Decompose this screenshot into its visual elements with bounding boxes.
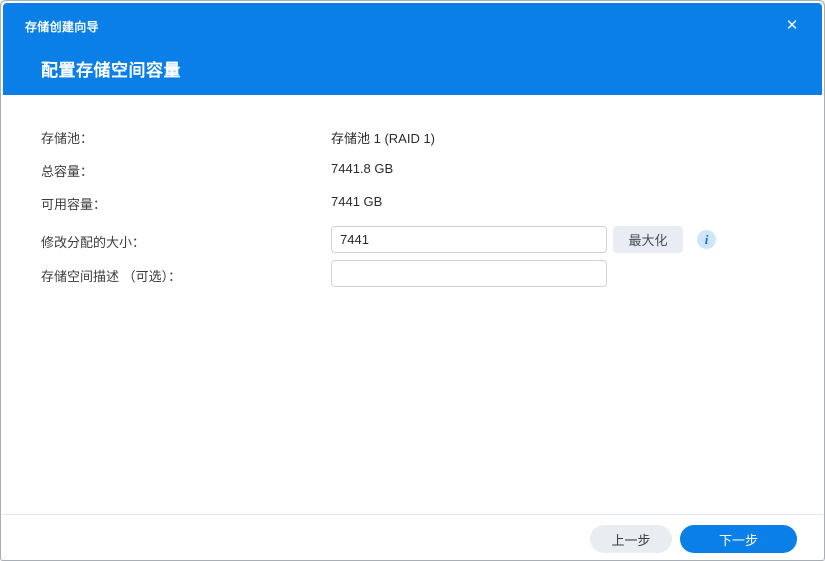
- total-capacity-label: 总容量：: [41, 164, 94, 179]
- storage-pool-label: 存储池：: [41, 131, 94, 146]
- allocated-size-input[interactable]: [331, 226, 607, 253]
- next-button[interactable]: 下一步: [680, 525, 797, 553]
- dialog-title: 存储创建向导: [25, 20, 99, 34]
- storage-pool-value: 存储池 1 (RAID 1): [331, 131, 436, 146]
- description-label: 存储空间描述 （可选）：: [41, 269, 182, 284]
- footer-divider: [2, 514, 823, 515]
- back-button[interactable]: 上一步: [590, 525, 672, 553]
- page-title: 配置存储空间容量: [41, 61, 181, 80]
- available-capacity-value: 7441 GB: [331, 194, 383, 209]
- description-input[interactable]: [331, 260, 607, 287]
- storage-wizard-dialog: 存储创建向导 ✕ 配置存储空间容量 存储池： 存储池 1 (RAID 1) 总容…: [0, 0, 825, 561]
- close-icon: ✕: [785, 16, 799, 34]
- field-row-total-capacity: 总容量： 7441.8 GB: [41, 161, 784, 189]
- field-row-allocated-size: 修改分配的大小： 最大化 i: [41, 226, 784, 260]
- total-capacity-value: 7441.8 GB: [331, 161, 394, 176]
- info-icon[interactable]: i: [697, 230, 716, 249]
- maximize-button[interactable]: 最大化: [613, 226, 683, 253]
- field-row-description: 存储空间描述 （可选）：: [41, 260, 784, 294]
- allocated-size-label: 修改分配的大小：: [41, 235, 146, 250]
- field-row-storage-pool: 存储池： 存储池 1 (RAID 1): [41, 128, 784, 156]
- available-capacity-label: 可用容量：: [41, 197, 107, 212]
- dialog-header: 存储创建向导 ✕ 配置存储空间容量: [3, 3, 822, 95]
- close-button[interactable]: ✕: [780, 13, 804, 37]
- field-row-available-capacity: 可用容量： 7441 GB: [41, 194, 784, 222]
